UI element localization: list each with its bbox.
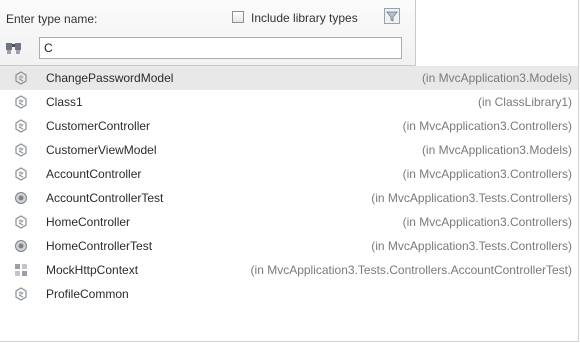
result-row[interactable]: CustomerViewModel (in MvcApplication3.Mod… [0, 138, 578, 162]
result-namespace: (in MvcApplication3.Controllers) [402, 119, 572, 133]
result-namespace: (in MvcApplication3.Controllers) [402, 215, 572, 229]
class-icon [14, 215, 28, 229]
result-type-name: AccountControllerTest [46, 191, 164, 205]
class-icon [14, 287, 28, 301]
class-icon [14, 143, 28, 157]
result-row[interactable]: AccountControllerTest (in MvcApplication3… [0, 186, 578, 210]
test-class-icon [14, 191, 28, 205]
result-type-name: HomeController [46, 215, 131, 229]
search-header: Enter type name: Include library types [0, 0, 416, 66]
result-type-name: CustomerController [46, 119, 151, 133]
result-type-name: ProfileCommon [46, 287, 129, 301]
result-type-name: HomeControllerTest [46, 239, 153, 253]
result-namespace: (in MvcApplication3.Tests.Controllers.Ac… [250, 263, 572, 277]
result-row[interactable]: ChangePasswordModel (in MvcApplication3.M… [0, 66, 578, 90]
result-row[interactable]: MockHttpContext (in MvcApplication3.Tests… [0, 258, 578, 282]
class-icon [14, 95, 28, 109]
result-namespace: (in MvcApplication3.Tests.Controllers) [371, 191, 572, 205]
result-namespace: (in MvcApplication3.Tests.Controllers) [371, 239, 572, 253]
result-namespace: (in MvcApplication3.Models) [421, 143, 572, 157]
result-type-name: AccountController [46, 167, 142, 181]
result-type-name: ChangePasswordModel [46, 71, 174, 85]
class-icon [14, 119, 28, 133]
result-type-name: MockHttpContext [46, 263, 139, 277]
result-namespace: (in ClassLibrary1) [477, 95, 572, 109]
type-name-input[interactable] [39, 37, 402, 59]
result-row[interactable]: HomeController (in MvcApplication3.Contro… [0, 210, 578, 234]
result-row[interactable]: Class1 (in ClassLibrary1) [0, 90, 578, 114]
result-row[interactable]: ProfileCommon [0, 282, 578, 306]
include-library-checkbox[interactable] [232, 11, 244, 23]
result-row[interactable]: HomeControllerTest (in MvcApplication3.Te… [0, 234, 578, 258]
result-row[interactable]: AccountController (in MvcApplication3.Con… [0, 162, 578, 186]
prompt-label: Enter type name: [6, 12, 98, 26]
binoculars-icon [5, 40, 23, 56]
filter-icon[interactable] [384, 8, 400, 24]
result-type-name: Class1 [46, 95, 83, 109]
results-list[interactable]: ChangePasswordModel (in MvcApplication3.M… [0, 66, 578, 306]
result-type-name: CustomerViewModel [46, 143, 157, 157]
nested-class-icon [14, 263, 28, 277]
test-class-icon [14, 239, 28, 253]
result-namespace: (in MvcApplication3.Models) [421, 71, 572, 85]
include-library-label[interactable]: Include library types [251, 11, 358, 25]
class-icon [14, 167, 28, 181]
result-namespace: (in MvcApplication3.Controllers) [402, 167, 572, 181]
class-icon [14, 71, 28, 85]
result-row[interactable]: CustomerController (in MvcApplication3.Co… [0, 114, 578, 138]
